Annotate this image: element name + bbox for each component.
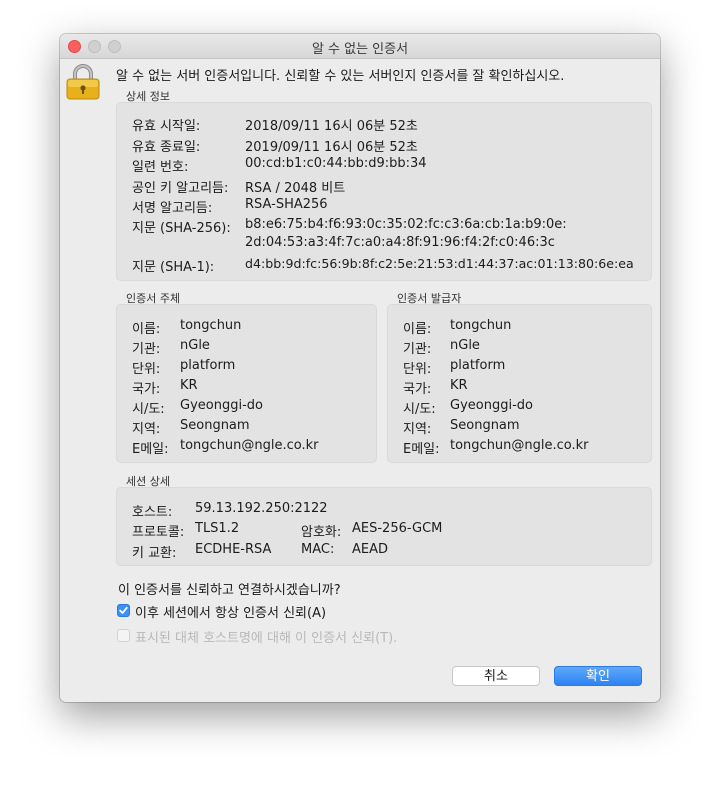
window-title: 알 수 없는 인증서 xyxy=(311,42,409,57)
sha1-value: d4:bb:9d:fc:56:9b:8f:c2:5e:21:53:d1:44:3… xyxy=(245,256,634,271)
issuer-unit-label: 단위: xyxy=(403,362,432,377)
issuer-state-label: 시/도: xyxy=(403,402,436,417)
mac-label: MAC: xyxy=(301,542,335,557)
key-exchange-label: 키 교환: xyxy=(132,546,177,561)
protocol-label: 프로토콜: xyxy=(132,525,185,540)
sha256-value-line1: b8:e6:75:b4:f6:93:0c:35:02:fc:c3:6a:cb:1… xyxy=(245,217,567,232)
cipher-label: 암호화: xyxy=(301,525,342,540)
details-box: 유효 시작일: 2018/09/11 16시 06분 52초 유효 종료일: 2… xyxy=(116,102,652,281)
certificate-dialog: 알 수 없는 인증서 알 수 없는 서버 인증서입니다. 신뢰할 수 있는 서버… xyxy=(60,34,660,702)
cancel-button[interactable]: 취소 xyxy=(452,666,540,686)
sha256-label: 지문 (SHA-256): xyxy=(132,221,231,236)
trust-question: 이 인증서를 신뢰하고 연결하시겠습니까? xyxy=(118,583,341,598)
cipher-value: AES-256-GCM xyxy=(352,521,443,536)
lock-icon xyxy=(66,64,100,100)
subject-name-value: tongchun xyxy=(180,318,242,333)
issuer-locality-label: 지역: xyxy=(403,422,432,437)
mac-value: AEAD xyxy=(352,542,389,557)
always-trust-label[interactable]: 이후 세션에서 항상 인증서 신뢰(A) xyxy=(135,602,326,621)
issuer-org-value: nGle xyxy=(450,338,480,353)
sha256-value-line2: 2d:04:53:a3:4f:7c:a0:a4:8f:91:96:f4:2f:c… xyxy=(245,235,555,250)
host-label: 호스트: xyxy=(132,505,173,520)
key-exchange-value: ECDHE-RSA xyxy=(195,542,272,557)
alt-host-trust-checkbox[interactable] xyxy=(117,629,130,642)
host-value: 59.13.192.250:2122 xyxy=(195,501,328,516)
issuer-name-label: 이름: xyxy=(403,322,432,337)
ok-button[interactable]: 확인 xyxy=(554,666,642,686)
subject-email-value: tongchun@ngle.co.kr xyxy=(180,438,319,453)
pubkey-algo-value: RSA / 2048 비트 xyxy=(245,181,346,196)
subject-unit-label: 단위: xyxy=(132,362,161,377)
issuer-country-label: 국가: xyxy=(403,382,432,397)
subject-country-value: KR xyxy=(180,378,198,393)
subject-email-label: E메일: xyxy=(132,442,169,457)
checkmark-icon xyxy=(119,606,128,614)
sha1-label: 지문 (SHA-1): xyxy=(132,260,215,275)
pubkey-algo-label: 공인 키 알고리듬: xyxy=(132,181,229,196)
subject-org-value: nGle xyxy=(180,338,210,353)
valid-to-label: 유효 종료일: xyxy=(132,140,201,155)
headline-message: 알 수 없는 서버 인증서입니다. 신뢰할 수 있는 서버인지 인증서를 잘 확… xyxy=(116,69,565,84)
issuer-country-value: KR xyxy=(450,378,468,393)
issuer-email-label: E메일: xyxy=(403,442,440,457)
sig-algo-label: 서명 알고리듬: xyxy=(132,201,213,216)
subject-box: 이름: tongchun 기관: nGle 단위: platform 국가: K… xyxy=(116,304,377,463)
subject-state-value: Gyeonggi-do xyxy=(180,398,263,413)
subject-locality-value: Seongnam xyxy=(180,418,250,433)
issuer-state-value: Gyeonggi-do xyxy=(450,398,533,413)
issuer-locality-value: Seongnam xyxy=(450,418,520,433)
serial-value: 00:cd:b1:c0:44:bb:d9:bb:34 xyxy=(245,156,427,171)
subject-name-label: 이름: xyxy=(132,322,161,337)
subject-org-label: 기관: xyxy=(132,342,161,357)
valid-from-label: 유효 시작일: xyxy=(132,119,201,134)
alt-host-trust-label[interactable]: 표시된 대체 호스트명에 대해 이 인증서 신뢰(T). xyxy=(135,627,397,646)
issuer-name-value: tongchun xyxy=(450,318,512,333)
subject-country-label: 국가: xyxy=(132,382,161,397)
issuer-box: 이름: tongchun 기관: nGle 단위: platform 국가: K… xyxy=(387,304,652,463)
subject-locality-label: 지역: xyxy=(132,422,161,437)
valid-from-value: 2018/09/11 16시 06분 52초 xyxy=(245,119,418,134)
sig-algo-value: RSA-SHA256 xyxy=(245,197,328,212)
issuer-unit-value: platform xyxy=(450,358,506,373)
title-bar[interactable]: 알 수 없는 인증서 xyxy=(60,34,660,59)
issuer-email-value: tongchun@ngle.co.kr xyxy=(450,438,589,453)
serial-label: 일련 번호: xyxy=(132,160,189,175)
always-trust-checkbox[interactable] xyxy=(117,604,130,617)
protocol-value: TLS1.2 xyxy=(195,521,240,536)
session-box: 호스트: 59.13.192.250:2122 프로토콜: TLS1.2 암호화… xyxy=(116,487,652,566)
subject-state-label: 시/도: xyxy=(132,402,165,417)
subject-unit-value: platform xyxy=(180,358,236,373)
issuer-org-label: 기관: xyxy=(403,342,432,357)
valid-to-value: 2019/09/11 16시 06분 52초 xyxy=(245,140,418,155)
